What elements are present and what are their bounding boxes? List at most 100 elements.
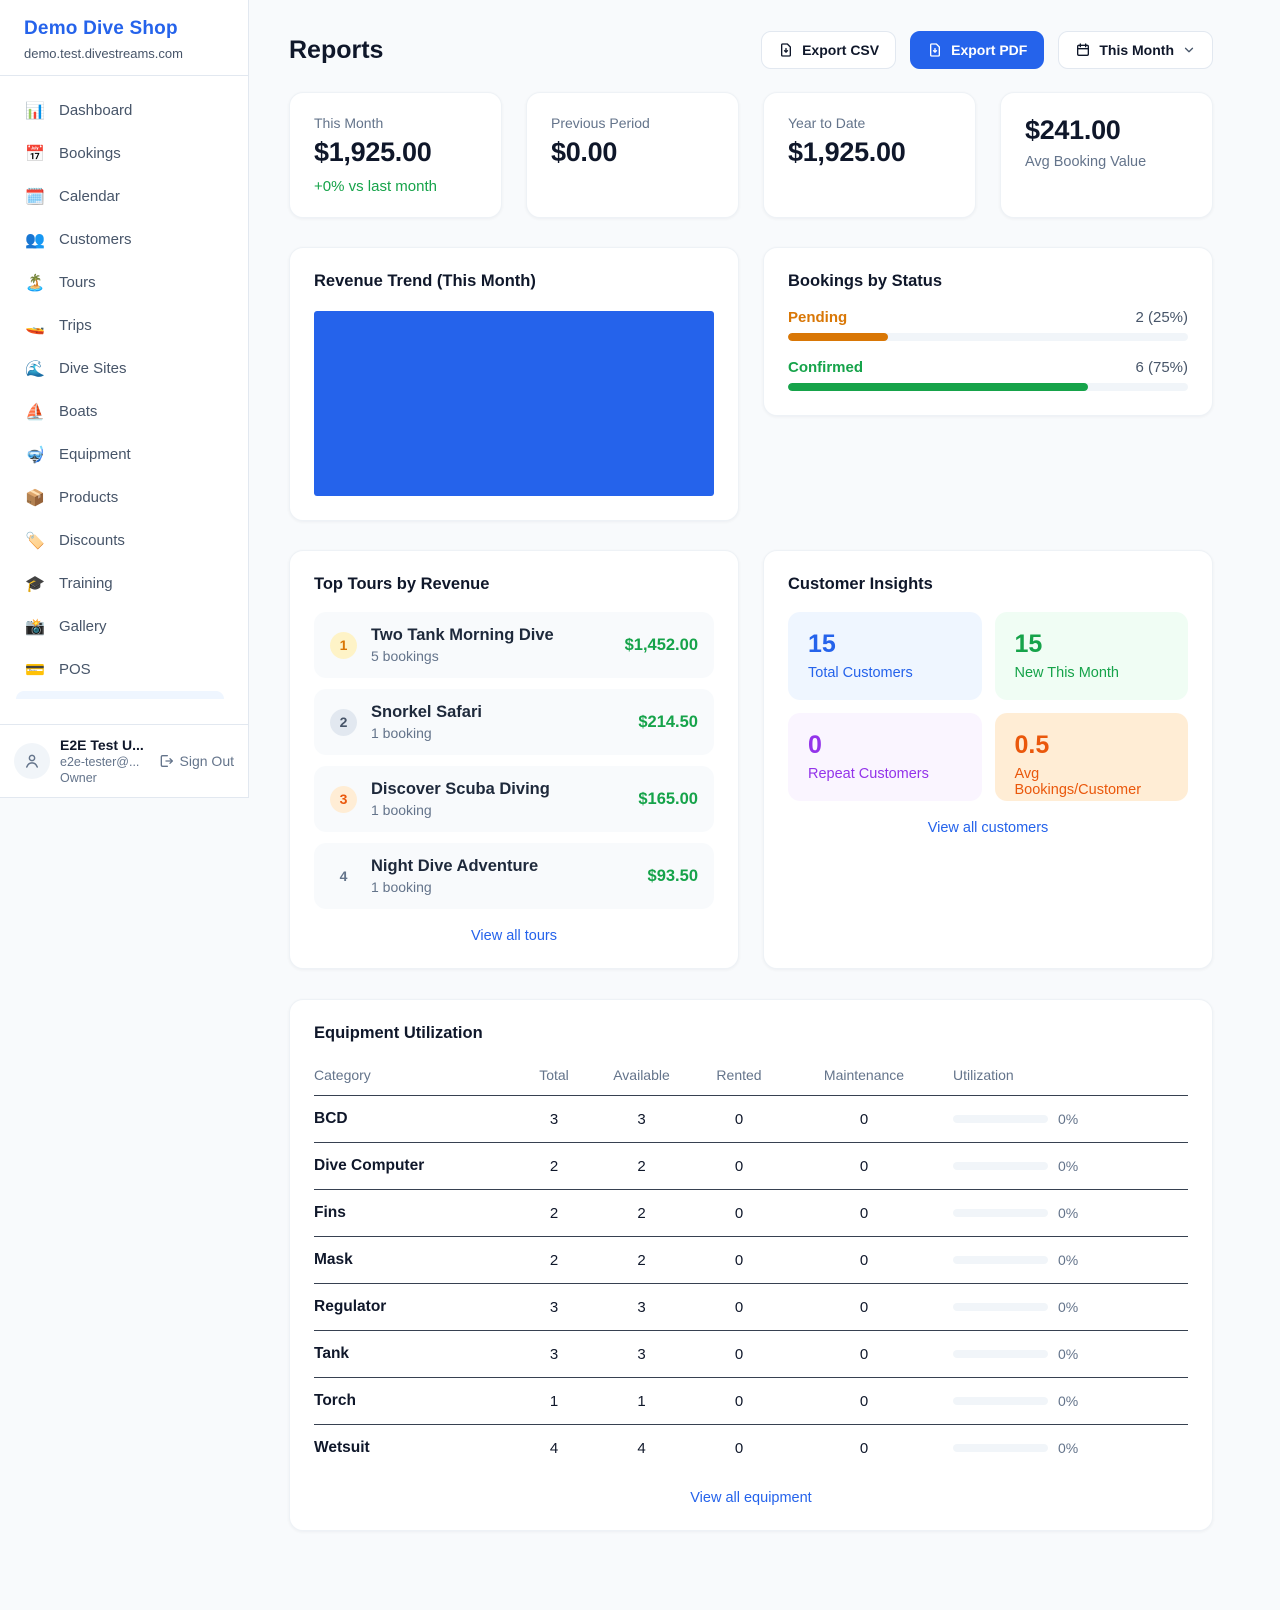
- cell-available: 2: [594, 1237, 689, 1284]
- cell-maintenance: 0: [789, 1190, 939, 1237]
- cell-category: Mask: [314, 1237, 514, 1284]
- header-actions: Export CSV Export PDF This Month: [761, 31, 1213, 69]
- trips-icon: 🚤: [24, 316, 46, 336]
- utilization-bar-track: [953, 1256, 1048, 1264]
- sidebar: Demo Dive Shop demo.test.divestreams.com…: [0, 0, 249, 798]
- sidebar-item-active-partial[interactable]: [16, 691, 224, 699]
- tour-name: Two Tank Morning Dive: [371, 626, 611, 645]
- insight-tiles: 15 Total Customers 15 New This Month 0 R…: [788, 612, 1188, 801]
- calendar-icon: 🗓️: [24, 187, 46, 207]
- tile-value: 0.5: [1015, 731, 1169, 760]
- cell-available: 4: [594, 1425, 689, 1472]
- sidebar-item-tours[interactable]: 🏝️ Tours: [14, 261, 234, 304]
- utilization-bar-track: [953, 1115, 1048, 1123]
- main-content: Reports Export CSV Export PDF: [249, 0, 1280, 1531]
- sidebar-item-dashboard[interactable]: 📊 Dashboard: [14, 89, 234, 132]
- period-dropdown[interactable]: This Month: [1058, 31, 1213, 69]
- column-header-maintenance: Maintenance: [789, 1059, 939, 1096]
- tour-row: 3 Discover Scuba Diving 1 booking $165.0…: [314, 766, 714, 832]
- tour-row: 1 Two Tank Morning Dive 5 bookings $1,45…: [314, 612, 714, 678]
- tour-revenue: $214.50: [638, 713, 698, 732]
- tile-total-customers: 15 Total Customers: [788, 612, 982, 700]
- top-tours-title: Top Tours by Revenue: [314, 575, 714, 594]
- column-header-category: Category: [314, 1059, 514, 1096]
- status-bar-track: [788, 383, 1188, 391]
- cell-utilization: 0%: [939, 1237, 1188, 1284]
- sidebar-item-equipment[interactable]: 🤿 Equipment: [14, 433, 234, 476]
- utilization-bar-track: [953, 1303, 1048, 1311]
- table-row: BCD 3 3 0 0 0%: [314, 1096, 1188, 1143]
- utilization-percent: 0%: [1058, 1440, 1078, 1456]
- export-csv-button[interactable]: Export CSV: [761, 31, 896, 69]
- cell-utilization: 0%: [939, 1190, 1188, 1237]
- user-meta: E2E Test U... e2e-tester@... Owner: [60, 737, 148, 785]
- brand-block: Demo Dive Shop demo.test.divestreams.com: [0, 0, 248, 76]
- utilization-percent: 0%: [1058, 1252, 1078, 1268]
- customer-insights-title: Customer Insights: [788, 575, 1188, 594]
- equipment-table: Category Total Available Rented Maintena…: [314, 1059, 1188, 1471]
- rank-badge: 4: [330, 863, 357, 890]
- table-row: Torch 1 1 0 0 0%: [314, 1378, 1188, 1425]
- sidebar-item-discounts[interactable]: 🏷️ Discounts: [14, 519, 234, 562]
- cell-category: Dive Computer: [314, 1143, 514, 1190]
- sidebar-item-products[interactable]: 📦 Products: [14, 476, 234, 519]
- sidebar-item-label: Products: [59, 489, 118, 506]
- view-all-tours-link[interactable]: View all tours: [314, 928, 714, 944]
- sidebar-item-bookings[interactable]: 📅 Bookings: [14, 132, 234, 175]
- stat-card-avg-booking-value: $241.00 Avg Booking Value: [1000, 92, 1213, 218]
- cell-rented: 0: [689, 1331, 789, 1378]
- customers-icon: 👥: [24, 230, 46, 250]
- cell-maintenance: 0: [789, 1284, 939, 1331]
- cell-available: 3: [594, 1331, 689, 1378]
- sidebar-item-calendar[interactable]: 🗓️ Calendar: [14, 175, 234, 218]
- stat-value: $1,925.00: [314, 137, 477, 168]
- charts-row: Revenue Trend (This Month) Bookings by S…: [289, 247, 1213, 521]
- tile-label: New This Month: [1015, 665, 1169, 681]
- cell-total: 4: [514, 1425, 594, 1472]
- cell-utilization: 0%: [939, 1425, 1188, 1472]
- sidebar-item-boats[interactable]: ⛵ Boats: [14, 390, 234, 433]
- sidebar-item-trips[interactable]: 🚤 Trips: [14, 304, 234, 347]
- bookings-icon: 📅: [24, 144, 46, 164]
- cell-maintenance: 0: [789, 1378, 939, 1425]
- sidebar-item-label: Training: [59, 575, 113, 592]
- cell-rented: 0: [689, 1143, 789, 1190]
- stat-value: $1,925.00: [788, 137, 951, 168]
- sidebar-item-training[interactable]: 🎓 Training: [14, 562, 234, 605]
- view-all-equipment-link[interactable]: View all equipment: [314, 1490, 1188, 1506]
- cell-maintenance: 0: [789, 1143, 939, 1190]
- utilization-percent: 0%: [1058, 1299, 1078, 1315]
- discounts-icon: 🏷️: [24, 531, 46, 551]
- file-download-icon: [927, 42, 943, 58]
- person-icon: [23, 752, 41, 770]
- stat-label: Year to Date: [788, 115, 951, 131]
- stat-label: Avg Booking Value: [1025, 154, 1188, 170]
- cell-category: Fins: [314, 1190, 514, 1237]
- stat-trend-note: +0% vs last month: [314, 178, 477, 195]
- cell-category: Torch: [314, 1378, 514, 1425]
- stat-value: $241.00: [1025, 115, 1188, 146]
- utilization-percent: 0%: [1058, 1205, 1078, 1221]
- sidebar-item-label: Bookings: [59, 145, 121, 162]
- sidebar-item-customers[interactable]: 👥 Customers: [14, 218, 234, 261]
- cell-category: Wetsuit: [314, 1425, 514, 1472]
- utilization-percent: 0%: [1058, 1346, 1078, 1362]
- equipment-utilization-title: Equipment Utilization: [314, 1024, 1188, 1043]
- tile-label: Avg Bookings/Customer: [1015, 766, 1169, 798]
- sign-out-button[interactable]: Sign Out: [158, 753, 234, 769]
- tour-bookings: 1 booking: [371, 725, 624, 741]
- sidebar-item-label: Equipment: [59, 446, 131, 463]
- stat-card-previous-period: Previous Period $0.00: [526, 92, 739, 218]
- status-bar-fill: [788, 333, 888, 341]
- export-pdf-button[interactable]: Export PDF: [910, 31, 1044, 69]
- stat-value: $0.00: [551, 137, 714, 168]
- column-header-available: Available: [594, 1059, 689, 1096]
- cell-total: 2: [514, 1143, 594, 1190]
- sidebar-item-dive-sites[interactable]: 🌊 Dive Sites: [14, 347, 234, 390]
- sidebar-item-gallery[interactable]: 📸 Gallery: [14, 605, 234, 648]
- cell-available: 3: [594, 1284, 689, 1331]
- view-all-customers-link[interactable]: View all customers: [788, 820, 1188, 836]
- sidebar-item-pos[interactable]: 💳 POS: [14, 648, 234, 691]
- equipment-header-row: Category Total Available Rented Maintena…: [314, 1059, 1188, 1096]
- tile-value: 15: [808, 630, 962, 659]
